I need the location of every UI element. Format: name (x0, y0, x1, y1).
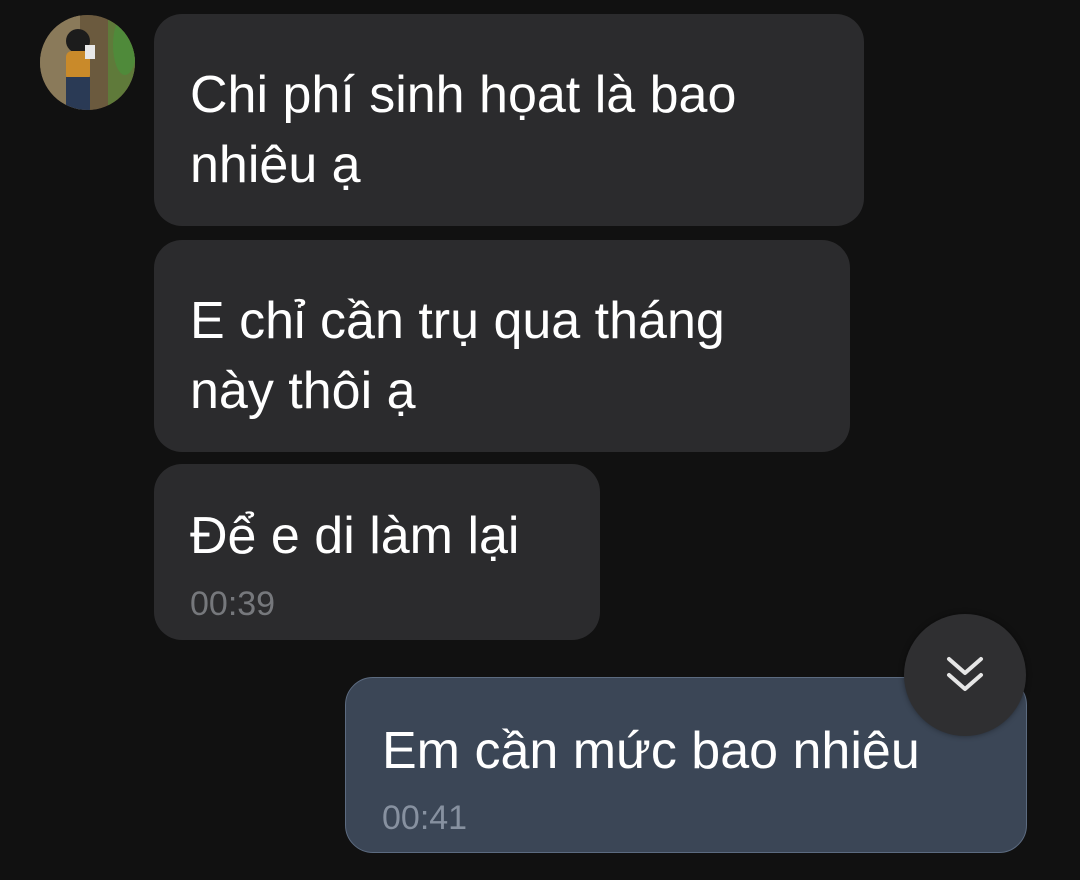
double-chevron-down-icon (947, 657, 983, 691)
message-text: Em cần mức bao nhiêu (382, 722, 920, 780)
contact-avatar[interactable] (40, 15, 135, 110)
message-timestamp: 00:39 (190, 585, 276, 623)
message-text: Để e di làm lại (190, 507, 520, 565)
message-bubble-incoming[interactable]: E chỉ cần trụ qua tháng này thôi ạ (154, 240, 850, 452)
message-timestamp: 00:41 (382, 799, 468, 837)
message-bubble-incoming[interactable]: Chi phí sinh họat là bao nhiêu ạ (154, 14, 864, 226)
scroll-to-bottom-button[interactable] (904, 614, 1026, 736)
message-bubble-incoming[interactable]: Để e di làm lại 00:39 (154, 464, 600, 640)
message-text: Chi phí sinh họat là bao nhiêu ạ (190, 66, 737, 194)
message-text: E chỉ cần trụ qua tháng này thôi ạ (190, 292, 725, 420)
